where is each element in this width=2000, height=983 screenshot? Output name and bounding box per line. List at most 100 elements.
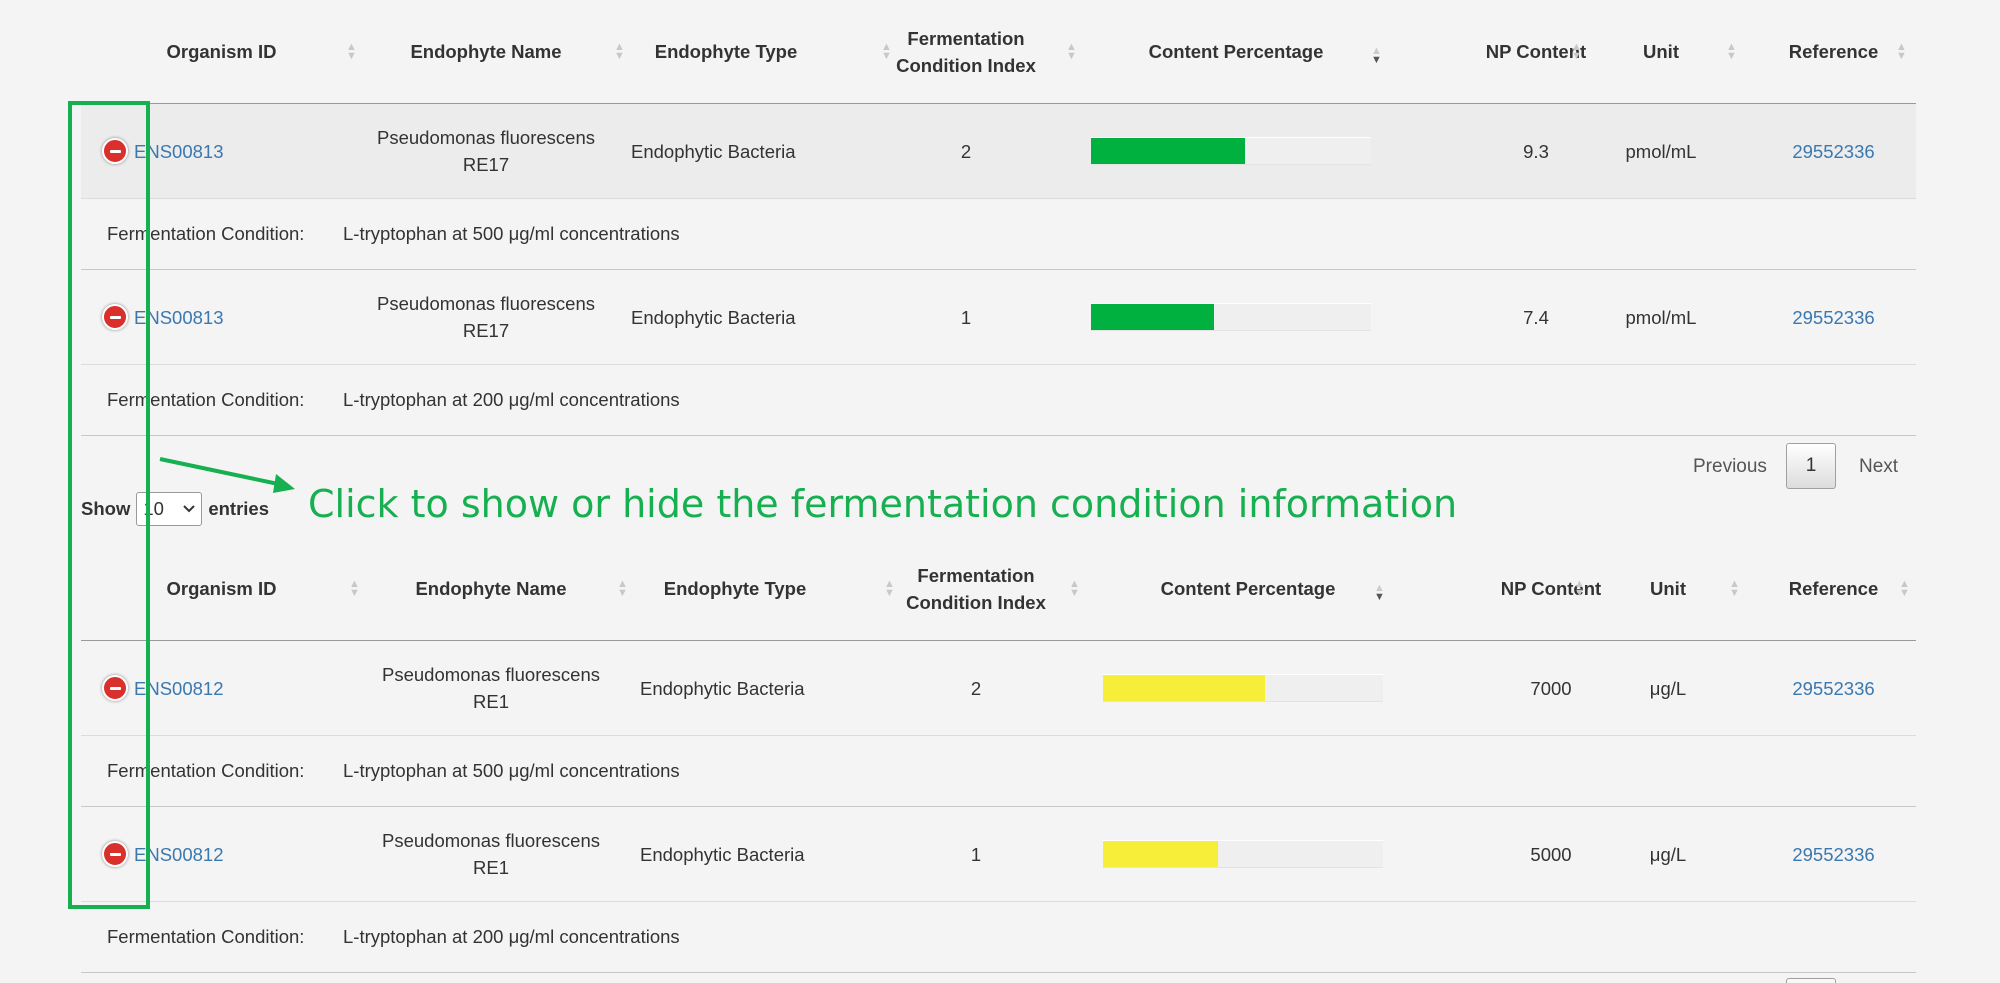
sort-desc-icon[interactable]: ▲ ▼ [1374, 582, 1385, 602]
cell-name: Pseudomonas fluorescens RE17 [356, 270, 616, 364]
fermentation-condition-row: Fermentation Condition: L-tryptophan at 5… [81, 736, 1916, 807]
fermentation-condition-row: Fermentation Condition: L-tryptophan at 2… [81, 902, 1916, 973]
column-header-label: Fermentation Condition Index [906, 564, 1046, 613]
column-header-label: Endophyte Name [410, 41, 562, 62]
sort-arrows-icon[interactable]: ▲ ▼ [1066, 41, 1077, 61]
cell-reference[interactable]: 29552336 [1751, 104, 1916, 198]
column-header-endophyte-name[interactable]: Endophyte Name [361, 537, 621, 640]
previous-page-button[interactable]: Previous [1693, 456, 1767, 478]
endophyte-name: Pseudomonas fluorescens RE1 [382, 661, 600, 715]
cell-organism-id[interactable]: ENS00812 [134, 641, 309, 735]
sort-arrows-icon[interactable]: ▲ ▼ [1729, 578, 1740, 598]
cell-unit: pmol/mL [1586, 104, 1736, 198]
content-percentage-bar-fill [1103, 675, 1266, 701]
cell-text: Endophytic Bacteria [640, 677, 805, 699]
cell-organism-id[interactable]: ENS00812 [134, 807, 309, 901]
sort-arrows-icon[interactable]: ▲ ▼ [1574, 578, 1585, 598]
cell-unit: μg/L [1593, 807, 1743, 901]
fermentation-condition-row: Fermentation Condition: L-tryptophan at 2… [81, 365, 1916, 436]
sort-arrows-icon[interactable]: ▲ ▼ [884, 578, 895, 598]
fermentation-condition-label: Fermentation Condition: [107, 926, 305, 947]
sort-arrows-icon[interactable]: ▲ ▼ [1896, 41, 1907, 61]
cell-reference[interactable]: 29552336 [1751, 270, 1916, 364]
content-percentage-bar [1103, 674, 1383, 702]
column-header-endophyte-type[interactable]: Endophyte Type [631, 0, 821, 103]
column-header-label: NP Content [1500, 578, 1602, 599]
endophyte-name-line1: Pseudomonas fluorescens [381, 830, 601, 851]
reference-link[interactable]: 29552336 [1792, 138, 1874, 165]
reference-link[interactable]: 29552336 [1792, 841, 1874, 868]
cell-organism-id[interactable]: ENS00813 [134, 104, 309, 198]
pagination-button-partial [1786, 978, 1836, 983]
cell-text: 5000 [1530, 843, 1572, 865]
table-row[interactable]: ENS00813 Pseudomonas fluorescens RE17 Endop… [81, 104, 1916, 199]
cell-text: 2 [960, 140, 972, 162]
column-header-endophyte-type[interactable]: Endophyte Type [640, 537, 830, 640]
cell-type: Endophytic Bacteria [640, 807, 830, 901]
column-header-label: Organism ID [166, 578, 277, 599]
table-row[interactable]: ENS00813 Pseudomonas fluorescens RE17 Endop… [81, 270, 1916, 365]
column-header-organism-id[interactable]: Organism ID [134, 537, 309, 640]
column-header-content-percentage[interactable]: Content Percentage [1103, 537, 1393, 640]
chevron-down-icon [183, 505, 196, 513]
column-header-label: Organism ID [166, 41, 277, 62]
sort-arrows-icon[interactable]: ▲ ▼ [349, 578, 360, 598]
cell-text: Endophytic Bacteria [631, 140, 796, 162]
reference-link[interactable]: 29552336 [1792, 675, 1874, 702]
column-header-label: Endophyte Type [663, 578, 807, 599]
column-header-reference[interactable]: Reference [1751, 0, 1916, 103]
column-header-label: Unit [1650, 578, 1686, 599]
endophyte-name-line1: Pseudomonas fluorescens [381, 664, 601, 685]
cell-reference[interactable]: 29552336 [1751, 807, 1916, 901]
endophyte-name: Pseudomonas fluorescens RE17 [377, 290, 595, 344]
column-header-fermentation-condition-index[interactable]: Fermentation Condition Index [891, 0, 1041, 103]
column-header-fermentation-condition-index[interactable]: Fermentation Condition Index [901, 537, 1051, 640]
endophyte-name: Pseudomonas fluorescens RE17 [377, 124, 595, 178]
table-header: Organism ID ▲ ▼ Endophyte Name ▲ ▼ Endophyte T… [81, 0, 1916, 104]
cell-text: Endophytic Bacteria [640, 843, 805, 865]
cell-unit: μg/L [1593, 641, 1743, 735]
cell-text: 1 [960, 306, 972, 328]
reference-link[interactable]: 29552336 [1792, 304, 1874, 331]
cell-text: 7.4 [1523, 306, 1549, 328]
annotation-text: Click to show or hide the fermentation c… [308, 482, 1458, 526]
cell-text: Endophytic Bacteria [631, 306, 796, 328]
annotation-arrow-icon [159, 457, 295, 493]
column-header-unit[interactable]: Unit [1593, 537, 1743, 640]
table-row[interactable]: ENS00812 Pseudomonas fluorescens RE1 Endoph… [81, 641, 1916, 736]
cell-type: Endophytic Bacteria [631, 270, 821, 364]
column-header-label: Reference [1788, 578, 1879, 599]
table2: Organism ID ▲ ▼ Endophyte Name ▲ ▼ Endophyte T… [81, 537, 1916, 973]
cell-name: Pseudomonas fluorescens RE1 [361, 807, 621, 901]
annotation-highlight-box [68, 101, 150, 909]
column-header-unit[interactable]: Unit [1586, 0, 1736, 103]
fermentation-condition-value: L-tryptophan at 200 μg/ml concentrations [343, 389, 680, 410]
next-page-button[interactable]: Next [1859, 456, 1898, 478]
sort-arrows-icon[interactable]: ▲ ▼ [1726, 41, 1737, 61]
cell-organism-id[interactable]: ENS00813 [134, 270, 309, 364]
sort-arrows-icon[interactable]: ▲ ▼ [617, 578, 628, 598]
cell-text: μg/L [1649, 843, 1687, 865]
sort-arrows-icon[interactable]: ▲ ▼ [1899, 578, 1910, 598]
column-header-organism-id[interactable]: Organism ID [134, 0, 309, 103]
column-header-reference[interactable]: Reference [1751, 537, 1916, 640]
content-percentage-bar-fill [1103, 841, 1218, 867]
table-row[interactable]: ENS00812 Pseudomonas fluorescens RE1 Endoph… [81, 807, 1916, 902]
cell-reference[interactable]: 29552336 [1751, 641, 1916, 735]
column-header-label: Fermentation Condition Index [896, 27, 1036, 76]
column-header-label: Unit [1643, 41, 1679, 62]
sort-arrows-icon[interactable]: ▲ ▼ [614, 41, 625, 61]
sort-desc-icon[interactable]: ▲ ▼ [1371, 45, 1382, 65]
endophyte-name-line2: RE17 [462, 320, 510, 341]
table-header: Organism ID ▲ ▼ Endophyte Name ▲ ▼ Endophyte T… [81, 537, 1916, 641]
cell-name: Pseudomonas fluorescens RE17 [356, 104, 616, 198]
endophyte-name-line1: Pseudomonas fluorescens [376, 127, 596, 148]
cell-unit: pmol/mL [1586, 270, 1736, 364]
page-1-button[interactable]: 1 [1786, 443, 1836, 489]
fermentation-condition-row: Fermentation Condition: L-tryptophan at 5… [81, 199, 1916, 270]
column-header-endophyte-name[interactable]: Endophyte Name [356, 0, 616, 103]
column-header-content-percentage[interactable]: Content Percentage [1091, 0, 1381, 103]
sort-arrows-icon[interactable]: ▲ ▼ [1069, 578, 1080, 598]
sort-arrows-icon[interactable]: ▲ ▼ [1571, 41, 1582, 61]
cell-text: μg/L [1649, 677, 1687, 699]
